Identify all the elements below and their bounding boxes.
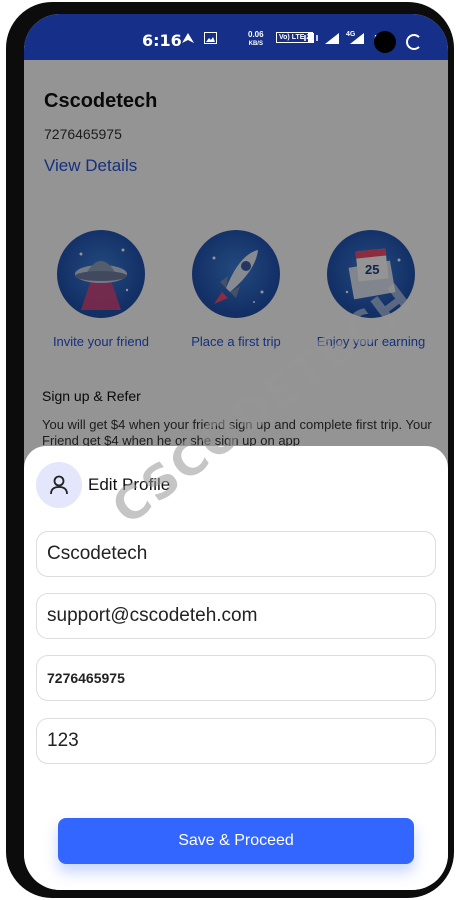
signal-icon <box>324 32 340 48</box>
email-input[interactable] <box>36 593 436 639</box>
volume-button <box>6 174 14 244</box>
user-icon <box>36 462 82 508</box>
edit-profile-sheet: Edit Profile Save & Proceed <box>24 446 448 890</box>
signal-icon <box>349 32 365 48</box>
front-camera <box>374 31 396 53</box>
loading-icon <box>406 34 422 50</box>
status-bar: 6:16 0.06 KB/S Vo) LTE 2 4G 5 <box>24 14 448 60</box>
network-speed: 0.06 KB/S <box>248 31 264 48</box>
save-proceed-button[interactable]: Save & Proceed <box>58 818 414 864</box>
screen: 6:16 0.06 KB/S Vo) LTE 2 4G 5 <box>24 14 448 890</box>
volume-button <box>6 254 14 320</box>
status-time: 6:16 <box>142 31 182 50</box>
phone-input[interactable] <box>36 655 436 701</box>
speed-unit: KB/S <box>248 41 263 47</box>
vibrate-icon <box>304 32 318 47</box>
sheet-header: Edit Profile <box>36 462 170 508</box>
name-input[interactable] <box>36 531 436 577</box>
phone-frame: 6:16 0.06 KB/S Vo) LTE 2 4G 5 <box>6 2 454 898</box>
speed-value: 0.06 <box>248 30 264 39</box>
nav-arrow-icon <box>181 32 195 47</box>
gallery-icon <box>204 32 217 47</box>
sheet-title: Edit Profile <box>88 475 171 494</box>
referral-code-input[interactable] <box>36 718 436 764</box>
